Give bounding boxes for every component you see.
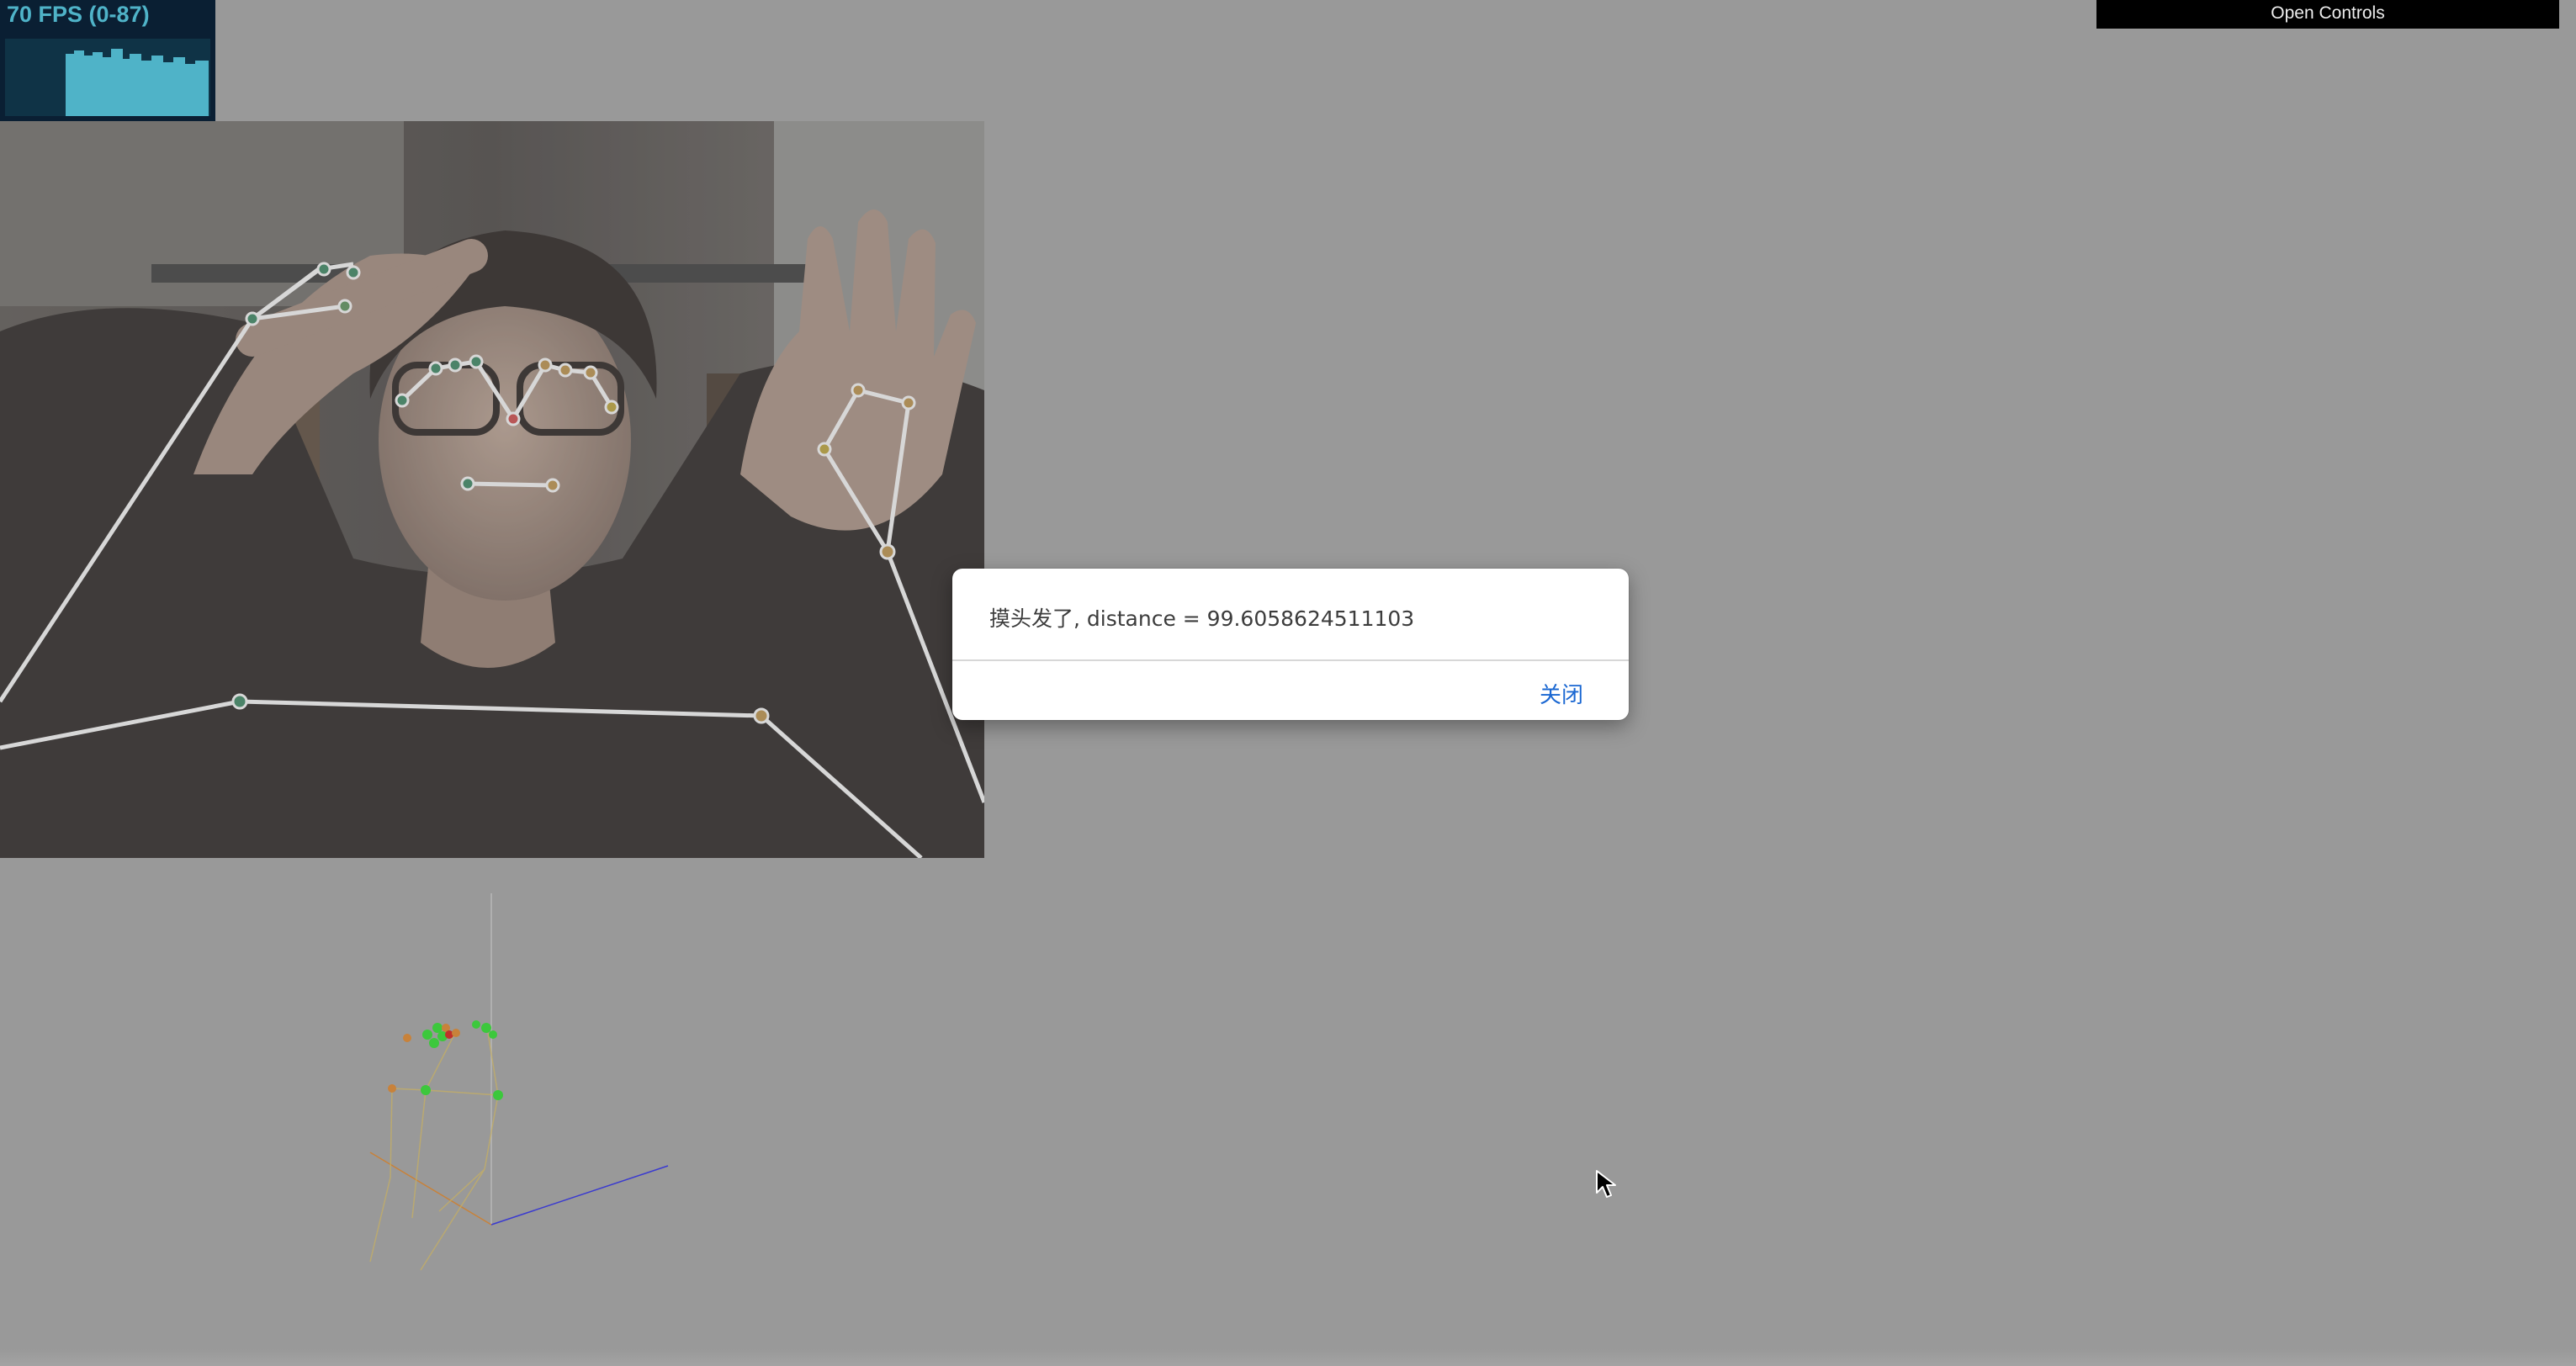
- alert-dialog: 摸头发了, distance = 99.6058624511103 关闭: [952, 569, 1629, 720]
- open-controls-button[interactable]: Open Controls: [2096, 0, 2559, 29]
- mouse-cursor-icon: [1595, 1169, 1619, 1199]
- fps-graph: [5, 39, 210, 116]
- pose-3d-points: [388, 1020, 503, 1100]
- alert-message: 摸头发了, distance = 99.6058624511103: [989, 606, 1415, 631]
- fps-label: 70 FPS (0-87): [7, 2, 150, 27]
- app-canvas: 70 FPS (0-87) Open Controls 摸头发了, distan…: [0, 0, 2576, 1366]
- axis-x-line: [490, 1165, 669, 1226]
- webcam-dim: [0, 121, 984, 858]
- alert-divider: [952, 659, 1629, 661]
- webcam-view: [0, 121, 984, 858]
- bottom-strip: [0, 1349, 2576, 1366]
- pose-3d-canvas: [369, 893, 669, 1271]
- pose-3d-limbs: [369, 1032, 499, 1271]
- fps-stats-panel[interactable]: 70 FPS (0-87): [0, 0, 215, 121]
- fps-graph-bars: [66, 49, 209, 116]
- pose-3d-viewer[interactable]: [337, 892, 690, 1295]
- webcam-frame: [0, 121, 984, 858]
- close-button[interactable]: 关闭: [1534, 675, 1588, 712]
